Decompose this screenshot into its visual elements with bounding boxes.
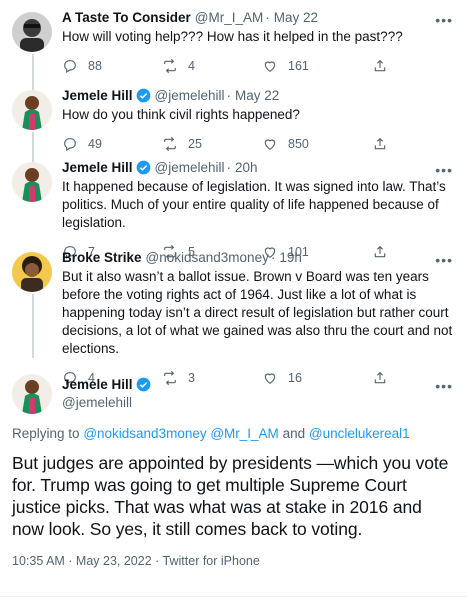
avatar[interactable] bbox=[12, 252, 52, 292]
main-tweet-header: Jemele Hill @jemelehill ••• bbox=[12, 368, 455, 416]
retweet-icon bbox=[164, 58, 176, 74]
separator: · bbox=[265, 9, 270, 25]
tweet-actions: 88 4 161 bbox=[62, 56, 455, 76]
main-tweet-text: But judges are appointed by presidents —… bbox=[12, 453, 449, 539]
thread-line bbox=[32, 294, 34, 358]
tweet-timestamp[interactable]: 10:35 AM · May 23, 2022 · Twitter for iP… bbox=[12, 554, 455, 568]
replying-prefix: Replying to bbox=[12, 426, 80, 441]
heart-icon bbox=[264, 61, 276, 73]
author-name[interactable]: A Taste To Consider bbox=[62, 10, 191, 25]
more-options-icon[interactable]: ••• bbox=[435, 252, 453, 268]
more-options-icon[interactable]: ••• bbox=[435, 162, 453, 178]
like-count: 850 bbox=[288, 137, 309, 151]
share-button[interactable] bbox=[372, 58, 388, 74]
reply-icon bbox=[64, 60, 76, 74]
author-name[interactable]: Jemele Hill bbox=[62, 160, 133, 175]
author-name[interactable]: Jemele Hill bbox=[62, 377, 133, 392]
reply-button[interactable]: 49 bbox=[62, 136, 162, 152]
main-tweet: Jemele Hill @jemelehill ••• Replying to … bbox=[0, 368, 467, 568]
reply-button[interactable]: 88 bbox=[62, 58, 162, 74]
tweet-actions: 49 25 850 bbox=[62, 134, 455, 154]
replying-and: and bbox=[282, 426, 306, 441]
verified-badge-icon bbox=[136, 88, 150, 102]
tweet-2[interactable]: Jemele Hill @jemelehill · May 22 How do … bbox=[0, 86, 467, 162]
avatar[interactable] bbox=[12, 162, 52, 202]
retweet-button[interactable]: 25 bbox=[162, 136, 262, 152]
tweet-date[interactable]: May 22 bbox=[274, 10, 318, 25]
tweet-date[interactable]: May 22 bbox=[235, 88, 279, 103]
tweet-date[interactable]: 19h bbox=[279, 250, 302, 265]
like-count: 161 bbox=[288, 59, 309, 73]
tweet-text: How will voting help??? How has it helpe… bbox=[62, 29, 403, 44]
verified-badge-icon bbox=[136, 160, 150, 174]
tweet-text: But it also wasn’t a ballot issue. Brown… bbox=[62, 269, 453, 356]
like-button[interactable]: 850 bbox=[262, 136, 372, 152]
heart-icon bbox=[264, 139, 276, 151]
author-block[interactable]: Jemele Hill @jemelehill bbox=[62, 377, 151, 410]
tweet-header: Jemele Hill @jemelehill · 20h bbox=[62, 158, 455, 176]
author-name[interactable]: Jemele Hill bbox=[62, 88, 133, 103]
share-button[interactable] bbox=[372, 136, 388, 152]
thread-line bbox=[32, 54, 34, 90]
author-handle[interactable]: @jemelehill bbox=[155, 160, 225, 175]
author-name[interactable]: Broke Strike bbox=[62, 250, 142, 265]
tweet-date[interactable]: 20h bbox=[235, 160, 258, 175]
reply-icon bbox=[64, 138, 76, 152]
author-handle[interactable]: @jemelehill bbox=[155, 88, 225, 103]
more-options-icon[interactable]: ••• bbox=[435, 12, 453, 28]
author-handle[interactable]: @nokidsand3money bbox=[146, 250, 269, 265]
more-options-icon[interactable]: ••• bbox=[435, 378, 453, 394]
divider bbox=[0, 596, 467, 597]
replying-to-link-last[interactable]: @unclelukereal1 bbox=[309, 426, 410, 441]
avatar[interactable] bbox=[12, 90, 52, 130]
separator: · bbox=[226, 87, 232, 103]
tweet-text: It happened because of legislation. It w… bbox=[62, 179, 446, 230]
retweet-icon bbox=[164, 136, 176, 152]
tweet-3[interactable]: Jemele Hill @jemelehill · 20h ••• It hap… bbox=[0, 158, 467, 262]
author-handle[interactable]: @jemelehill bbox=[62, 395, 151, 410]
tweet-header: Broke Strike @nokidsand3money · 19h bbox=[62, 248, 455, 266]
separator: · bbox=[226, 159, 232, 175]
tweet-4[interactable]: Broke Strike @nokidsand3money · 19h ••• … bbox=[0, 248, 467, 388]
retweet-button[interactable]: 4 bbox=[162, 58, 262, 74]
tweet-text: How do you think civil rights happened? bbox=[62, 107, 300, 122]
author-name-row: Jemele Hill bbox=[62, 377, 151, 392]
reply-count: 49 bbox=[88, 137, 102, 151]
author-handle[interactable]: @Mr_I_AM bbox=[195, 10, 263, 25]
separator: · bbox=[270, 249, 276, 265]
tweet-header: A Taste To Consider @Mr_I_AM · May 22 bbox=[62, 8, 455, 26]
share-icon bbox=[374, 59, 386, 72]
retweet-count: 4 bbox=[188, 59, 195, 73]
retweet-count: 25 bbox=[188, 137, 202, 151]
replying-to: Replying to @nokidsand3money @Mr_I_AM an… bbox=[12, 426, 455, 441]
avatar[interactable] bbox=[12, 12, 52, 52]
avatar[interactable] bbox=[12, 374, 52, 414]
share-icon bbox=[374, 137, 386, 150]
verified-badge-icon bbox=[136, 377, 150, 392]
tweet-header: Jemele Hill @jemelehill · May 22 bbox=[62, 86, 455, 104]
tweet-1[interactable]: A Taste To Consider @Mr_I_AM · May 22 ••… bbox=[0, 8, 467, 90]
reply-count: 88 bbox=[88, 59, 102, 73]
like-button[interactable]: 161 bbox=[262, 58, 372, 74]
replying-to-link[interactable]: @nokidsand3money @Mr_I_AM bbox=[83, 426, 279, 441]
